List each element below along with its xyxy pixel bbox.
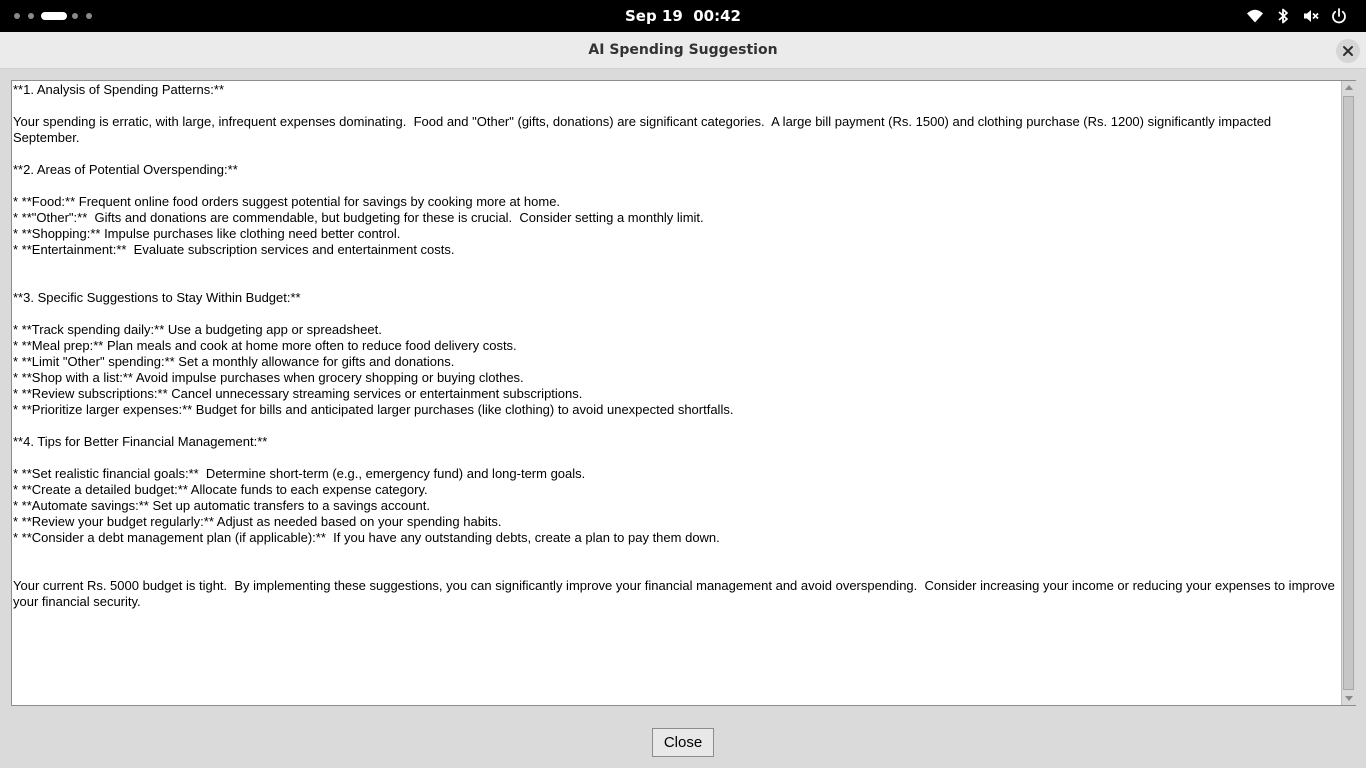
- volume-muted-icon[interactable]: [1302, 7, 1320, 25]
- vertical-scrollbar[interactable]: [1341, 81, 1356, 705]
- workspace-dot[interactable]: [72, 13, 78, 19]
- scroll-down-arrow-icon[interactable]: [1342, 691, 1356, 705]
- window-close-button[interactable]: [1336, 39, 1360, 63]
- clock-date[interactable]: Sep 19: [625, 7, 683, 25]
- power-icon[interactable]: [1330, 7, 1348, 25]
- workspace-dot[interactable]: [14, 13, 20, 19]
- wifi-icon[interactable]: [1246, 7, 1264, 25]
- workspace-dot[interactable]: [28, 13, 34, 19]
- suggestion-text[interactable]: **1. Analysis of Spending Patterns:** Yo…: [13, 82, 1338, 610]
- scrollbar-thumb[interactable]: [1343, 96, 1354, 690]
- system-top-bar: Sep 19 00:42: [0, 0, 1366, 32]
- close-button[interactable]: Close: [652, 728, 714, 757]
- close-icon: [1343, 46, 1353, 56]
- window-header-bar: AI Spending Suggestion: [0, 32, 1366, 69]
- clock-time[interactable]: 00:42: [693, 7, 741, 25]
- clock: Sep 19 00:42: [0, 0, 1366, 32]
- workspace-dot[interactable]: [86, 13, 92, 19]
- scroll-up-arrow-icon[interactable]: [1342, 81, 1356, 95]
- bluetooth-icon[interactable]: [1274, 7, 1292, 25]
- window-title: AI Spending Suggestion: [588, 42, 778, 58]
- suggestion-text-area[interactable]: **1. Analysis of Spending Patterns:** Yo…: [11, 80, 1356, 706]
- workspace-active-pill[interactable]: [41, 12, 67, 20]
